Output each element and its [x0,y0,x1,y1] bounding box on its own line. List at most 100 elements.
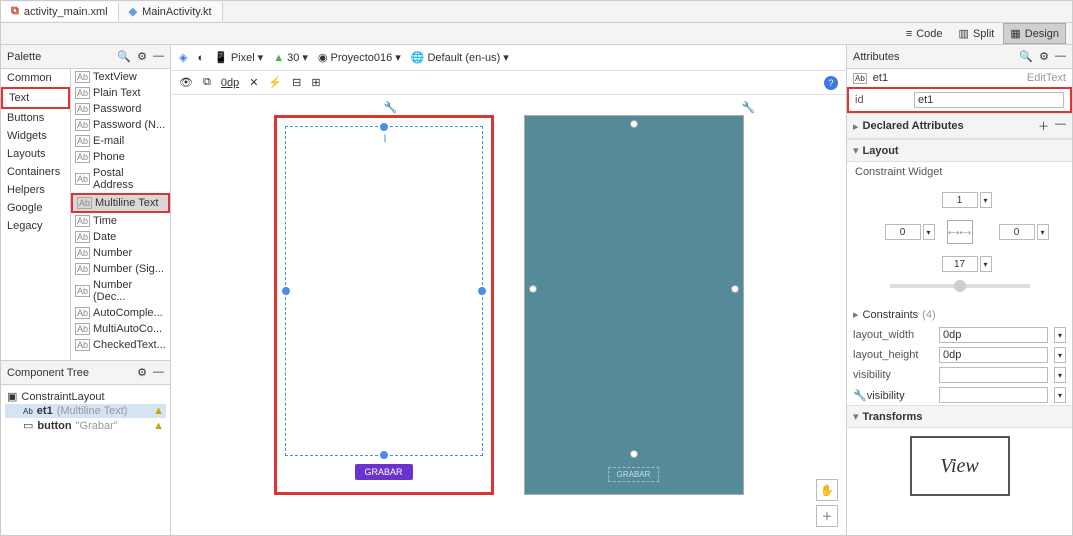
layout-height-field[interactable]: 0dp [939,347,1048,363]
resize-handle[interactable] [282,287,290,295]
tree-node-button[interactable]: ▭ button "Grabar" ▲ [5,418,166,433]
guideline-icon[interactable]: ⊞ [311,76,320,89]
blueprint-surface[interactable]: 🔧 GRABAR [524,115,744,495]
palette-item[interactable]: AbAutoComple... [71,305,170,321]
tools-visibility-row: 🔧visibility ▾ [847,385,1072,405]
transforms-section[interactable]: ▾Transforms [847,405,1072,428]
view-design-button[interactable]: ▦Design [1003,23,1066,44]
palette-item[interactable]: AbNumber [71,245,170,261]
palette-item[interactable]: AbTextView [71,69,170,85]
palette-item[interactable]: AbPostal Address [71,165,170,193]
palette-item[interactable]: AbPhone [71,149,170,165]
cat-text[interactable]: Text [1,87,70,109]
surface-icon[interactable]: ◈ [179,51,187,64]
align-icon[interactable]: ⊟ [292,76,301,89]
resize-handle[interactable] [380,123,388,131]
cat-widgets[interactable]: Widgets [1,127,70,145]
constraint-widget[interactable]: 1▾ 17▾ 0▾ 0▾ ⟷⟷ [847,182,1072,304]
palette-item[interactable]: AbPassword [71,101,170,117]
cw-top[interactable]: 1 [942,192,978,208]
cat-buttons[interactable]: Buttons [1,109,70,127]
edittext-selection[interactable]: I [285,126,483,456]
constraints-section[interactable]: ▸Constraints(4) [847,304,1072,325]
grabar-button[interactable]: GRABAR [354,464,412,480]
cursor-icon: I [384,133,387,145]
cat-google[interactable]: Google [1,199,70,217]
visibility-row: visibility ▾ [847,365,1072,385]
palette-categories: Common Text Buttons Widgets Layouts Cont… [1,69,71,360]
cat-layouts[interactable]: Layouts [1,145,70,163]
warning-icon: ▲ [153,405,164,417]
remove-icon[interactable]: — [1055,118,1066,134]
tools-visibility-field[interactable] [939,387,1048,403]
palette-item[interactable]: AbNumber (Dec... [71,277,170,305]
declared-section[interactable]: ▸Declared Attributes ＋— [847,113,1072,139]
tree-node-et1[interactable]: Ab et1 (Multiline Text) ▲ [5,404,166,418]
minimize-icon[interactable]: — [153,366,164,379]
resize-handle[interactable] [380,451,388,459]
tab-activity-main[interactable]: ⧉ activity_main.xml [1,2,119,21]
magnet-icon[interactable]: ⧉ [203,76,211,89]
view-split-button[interactable]: ▥Split [952,23,1002,44]
gear-icon[interactable]: ⚙ [137,366,147,379]
visibility-field[interactable] [939,367,1048,383]
theme-dropdown[interactable]: ◉Proyecto016▾ [318,51,401,64]
component-tree-header: Component Tree ⚙ — [1,361,170,385]
blueprint-edittext[interactable] [533,124,735,454]
eye-icon[interactable]: 👁 [179,76,193,89]
search-icon[interactable]: 🔍 [117,50,131,63]
minimize-icon[interactable]: — [1055,50,1066,63]
cw-right[interactable]: 0 [999,224,1035,240]
attributes-header: Attributes 🔍 ⚙ — [847,45,1072,69]
zoom-button[interactable]: ＋ [816,505,838,527]
palette-item[interactable]: AbPassword (N... [71,117,170,133]
pan-button[interactable]: ✋ [816,479,838,501]
palette-item[interactable]: AbMultiAutoCo... [71,321,170,337]
gear-icon[interactable]: ⚙ [137,50,147,63]
layout-width-field[interactable]: 0dp [939,327,1048,343]
cat-helpers[interactable]: Helpers [1,181,70,199]
clear-icon[interactable]: ✕ [249,76,258,89]
tree-root[interactable]: ▣ConstraintLayout [5,389,166,404]
orientation-icon[interactable]: ◐ [197,52,204,64]
search-icon[interactable]: 🔍 [1019,50,1033,63]
view-code-button[interactable]: ≡Code [899,24,950,44]
help-icon[interactable]: ? [824,76,838,90]
palette-item[interactable]: AbTime [71,213,170,229]
palette-item[interactable]: AbNumber (Sig... [71,261,170,277]
cw-bottom[interactable]: 17 [942,256,978,272]
wrench-icon: 🔧 [853,390,867,402]
palette-item[interactable]: AbPlain Text [71,85,170,101]
design-surface[interactable]: 🔧 I GRABAR [274,115,494,495]
cat-legacy[interactable]: Legacy [1,217,70,235]
api-dropdown[interactable]: ▲30▾ [273,51,308,64]
split-icon: ▥ [959,27,969,40]
add-icon[interactable]: ＋ [1038,118,1049,134]
palette-item[interactable]: AbDate [71,229,170,245]
tab-mainactivity[interactable]: ◆ MainActivity.kt [119,2,223,21]
id-row: id [847,87,1072,113]
minimize-icon[interactable]: — [153,50,164,63]
button-icon: ▭ [23,419,33,432]
layout-section[interactable]: ▾Layout [847,139,1072,162]
device-dropdown[interactable]: 📱Pixel▾ [214,51,263,64]
cw-center[interactable]: ⟷⟷ [947,220,973,244]
bias-slider[interactable] [890,284,1030,288]
locale-dropdown[interactable]: 🌐Default (en-us)▾ [411,51,509,64]
resize-handle[interactable] [478,287,486,295]
transform-view-box: View [910,436,1010,496]
id-input[interactable] [914,92,1064,108]
blueprint-button[interactable]: GRABAR [608,467,660,482]
constraint-widget-label: Constraint Widget [847,162,1072,182]
palette-items: AbTextView AbPlain Text AbPassword AbPas… [71,69,170,360]
infer-icon[interactable]: ⚡ [268,76,282,89]
cat-containers[interactable]: Containers [1,163,70,181]
gear-icon[interactable]: ⚙ [1039,50,1049,63]
margin-dropdown[interactable]: 0dp [221,77,239,89]
cat-common[interactable]: Common [1,69,70,87]
xml-icon: ⧉ [11,5,19,18]
palette-item[interactable]: AbCheckedText... [71,337,170,353]
palette-item[interactable]: AbE-mail [71,133,170,149]
cw-left[interactable]: 0 [885,224,921,240]
palette-item-multiline[interactable]: AbMultiline Text [71,193,170,213]
